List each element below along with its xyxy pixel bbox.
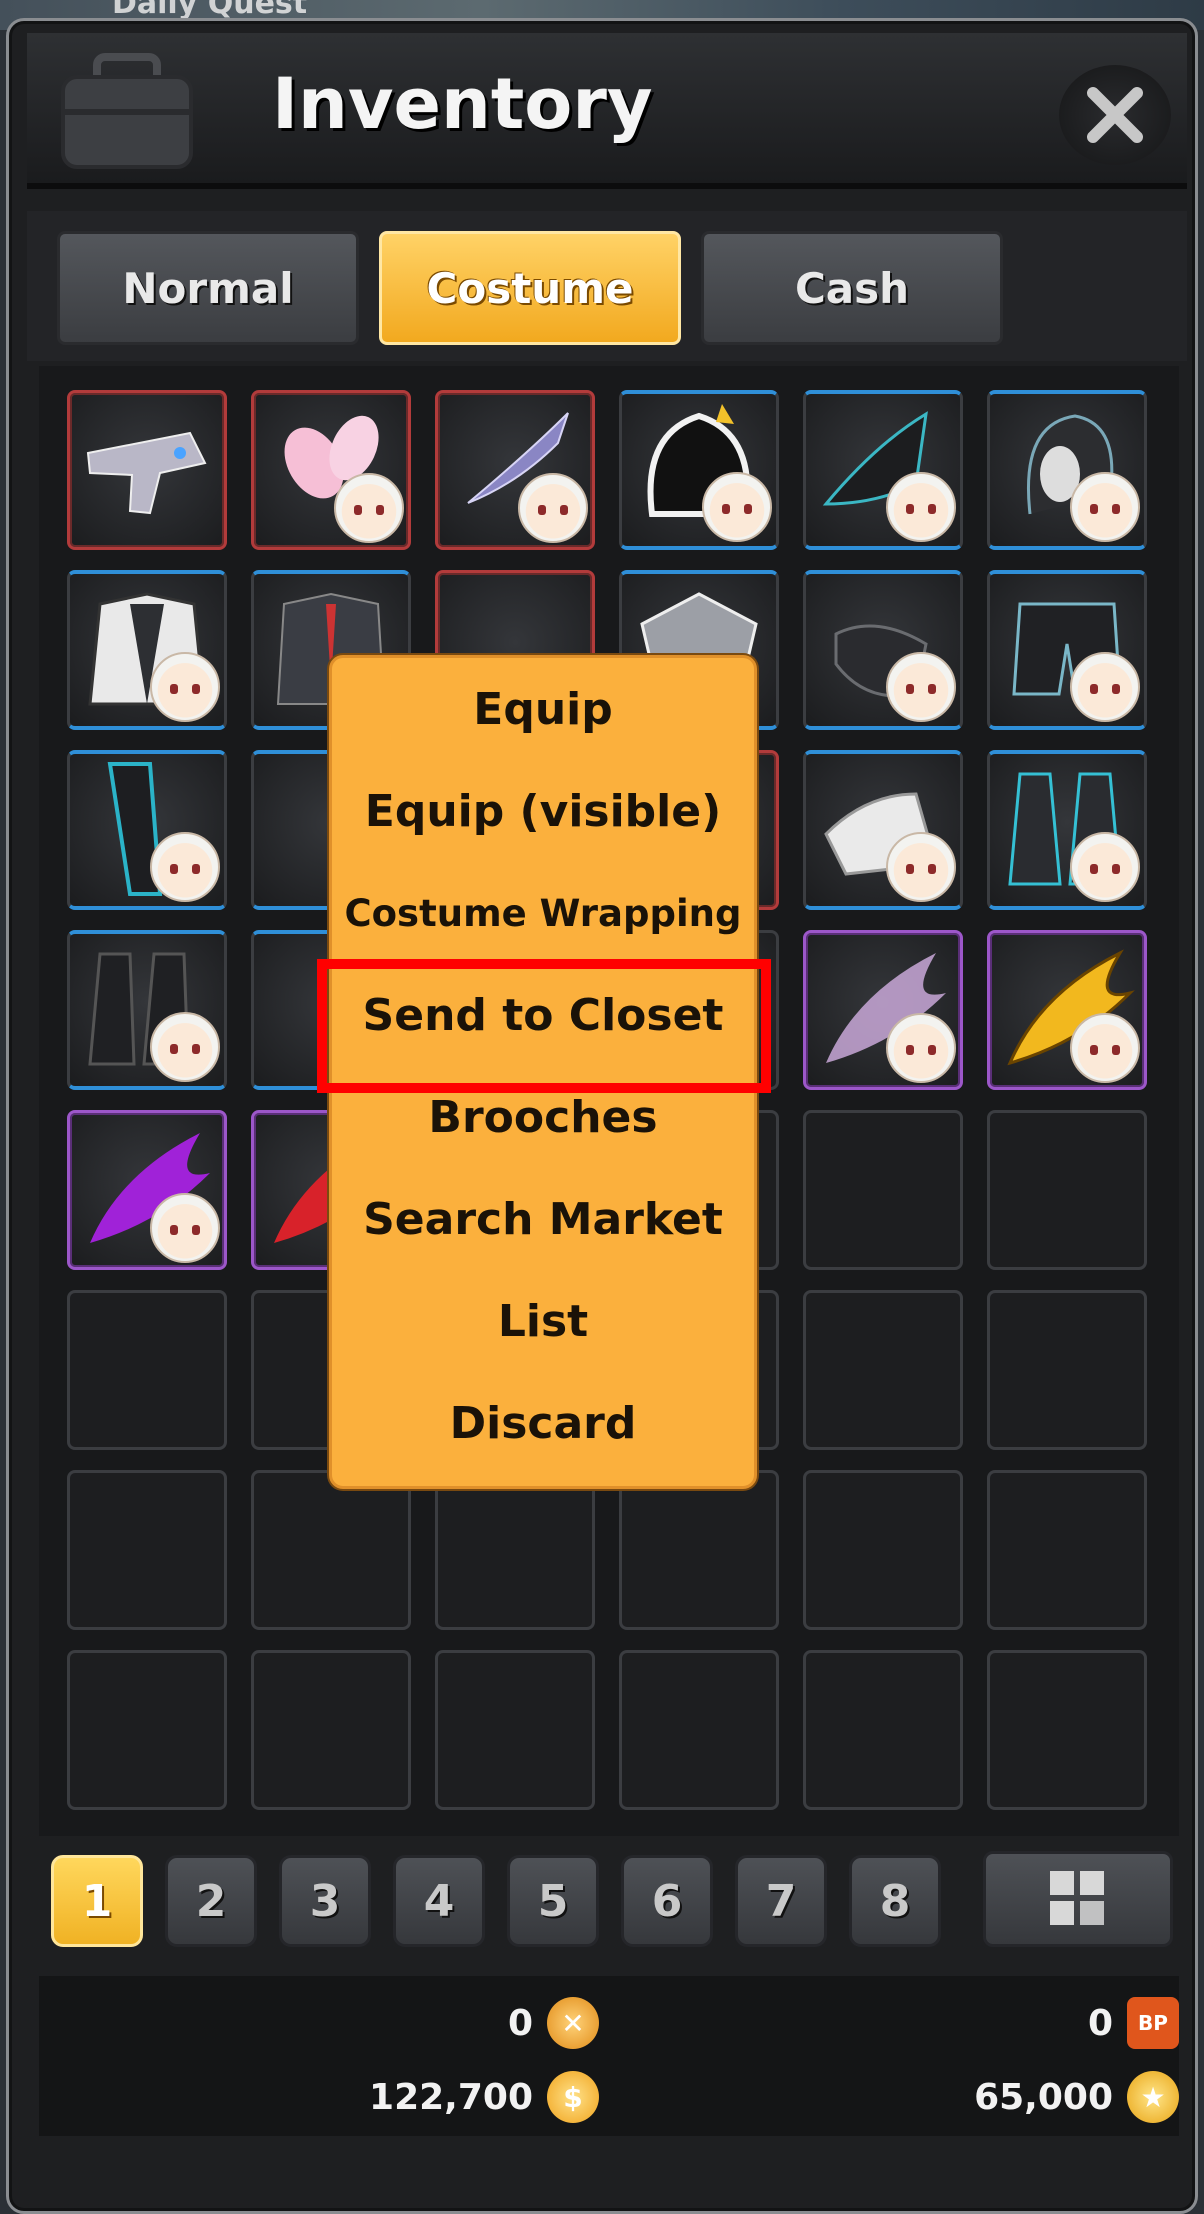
title-bar[interactable]: Inventory <box>27 33 1187 189</box>
coin-icon: ✕ <box>547 1997 599 2049</box>
inventory-slot[interactable] <box>251 390 411 550</box>
tab-costume[interactable]: Costume <box>379 231 681 345</box>
currency-top-right: 0 BP <box>619 1988 1179 2058</box>
empty-slot[interactable] <box>435 1650 595 1810</box>
empty-slot[interactable] <box>251 1470 411 1630</box>
inventory-slot[interactable] <box>987 750 1147 910</box>
character-face-icon <box>886 652 956 722</box>
page-button-4[interactable]: 4 <box>393 1855 485 1947</box>
character-face-icon <box>150 832 220 902</box>
page-button-2[interactable]: 2 <box>165 1855 257 1947</box>
empty-slot[interactable] <box>987 1470 1147 1630</box>
weapon-icon <box>86 431 207 515</box>
character-face-icon <box>1070 1013 1140 1083</box>
inventory-slot[interactable] <box>987 390 1147 550</box>
inventory-window: Inventory Normal Costume Cash Equip Equi… <box>6 18 1198 2214</box>
empty-slot[interactable] <box>251 1650 411 1810</box>
bp-icon: BP <box>1127 1997 1179 2049</box>
star-coin-icon: ★ <box>1127 2071 1179 2123</box>
close-button[interactable] <box>1059 65 1171 165</box>
tab-bar: Normal Costume Cash <box>27 211 1187 361</box>
character-face-icon <box>1070 652 1140 722</box>
empty-slot[interactable] <box>67 1470 227 1630</box>
empty-slot[interactable] <box>435 1470 595 1630</box>
inventory-slot[interactable] <box>67 750 227 910</box>
page-button-3[interactable]: 3 <box>279 1855 371 1947</box>
character-face-icon <box>1070 472 1140 542</box>
menu-item-costume-wrapping[interactable]: Costume Wrapping <box>332 862 754 964</box>
empty-slot[interactable] <box>67 1290 227 1450</box>
gold-coin-icon: $ <box>547 2071 599 2123</box>
inventory-slot[interactable] <box>803 750 963 910</box>
page-selector: 1 2 3 4 5 6 7 8 <box>39 1841 1179 1951</box>
empty-slot[interactable] <box>67 1650 227 1810</box>
empty-slot[interactable] <box>619 1470 779 1630</box>
currency-top-right-value: 0 <box>1087 2002 1113 2044</box>
empty-slot[interactable] <box>987 1650 1147 1810</box>
close-icon <box>1087 87 1143 143</box>
empty-slot[interactable] <box>987 1110 1147 1270</box>
empty-slot[interactable] <box>619 1650 779 1810</box>
menu-item-equip-visible[interactable]: Equip (visible) <box>332 760 754 862</box>
inventory-slot[interactable] <box>67 930 227 1090</box>
currency-bottom-left: 122,700 $ <box>39 2062 599 2132</box>
character-face-icon <box>886 472 956 542</box>
currency-top-left-value: 0 <box>507 2002 533 2044</box>
empty-slot[interactable] <box>803 1470 963 1630</box>
grid-view-button[interactable] <box>983 1851 1173 1947</box>
inventory-slot[interactable] <box>987 570 1147 730</box>
inventory-slot[interactable] <box>67 1110 227 1270</box>
window-title: Inventory <box>272 63 653 145</box>
inventory-slot[interactable] <box>67 390 227 550</box>
menu-item-equip[interactable]: Equip <box>332 658 754 760</box>
character-face-icon <box>886 1013 956 1083</box>
character-face-icon <box>702 472 772 542</box>
inventory-slot[interactable] <box>987 930 1147 1090</box>
character-face-icon <box>334 473 404 543</box>
inventory-slot[interactable] <box>803 570 963 730</box>
character-face-icon <box>150 1012 220 1082</box>
character-face-icon <box>1070 832 1140 902</box>
currency-bottom-left-value: 122,700 <box>369 2076 533 2118</box>
tab-normal[interactable]: Normal <box>57 231 359 345</box>
menu-item-search-market[interactable]: Search Market <box>332 1168 754 1270</box>
currency-bottom-right-value: 65,000 <box>974 2076 1113 2118</box>
character-face-icon <box>886 832 956 902</box>
currency-panel: 0 ✕ 0 BP 122,700 $ 65,000 ★ <box>39 1976 1179 2136</box>
inventory-slot[interactable] <box>619 390 779 550</box>
page-button-7[interactable]: 7 <box>735 1855 827 1947</box>
empty-slot[interactable] <box>803 1290 963 1450</box>
inventory-slot[interactable] <box>435 390 595 550</box>
page-button-1[interactable]: 1 <box>51 1855 143 1947</box>
currency-bottom-right: 65,000 ★ <box>619 2062 1179 2132</box>
menu-item-discard[interactable]: Discard <box>332 1372 754 1474</box>
page-button-6[interactable]: 6 <box>621 1855 713 1947</box>
empty-slot[interactable] <box>987 1290 1147 1450</box>
bag-icon <box>61 53 193 169</box>
menu-item-list[interactable]: List <box>332 1270 754 1372</box>
page-button-5[interactable]: 5 <box>507 1855 599 1947</box>
tab-cash[interactable]: Cash <box>701 231 1003 345</box>
character-face-icon <box>518 473 588 543</box>
highlight-box <box>317 959 771 1093</box>
inventory-slot[interactable] <box>803 930 963 1090</box>
currency-top-left: 0 ✕ <box>39 1988 599 2058</box>
inventory-slot[interactable] <box>803 390 963 550</box>
empty-slot[interactable] <box>803 1110 963 1270</box>
grid-icon <box>1050 1871 1104 1925</box>
character-face-icon <box>150 1193 220 1263</box>
page-button-8[interactable]: 8 <box>849 1855 941 1947</box>
inventory-slot[interactable] <box>67 570 227 730</box>
empty-slot[interactable] <box>803 1650 963 1810</box>
character-face-icon <box>150 652 220 722</box>
